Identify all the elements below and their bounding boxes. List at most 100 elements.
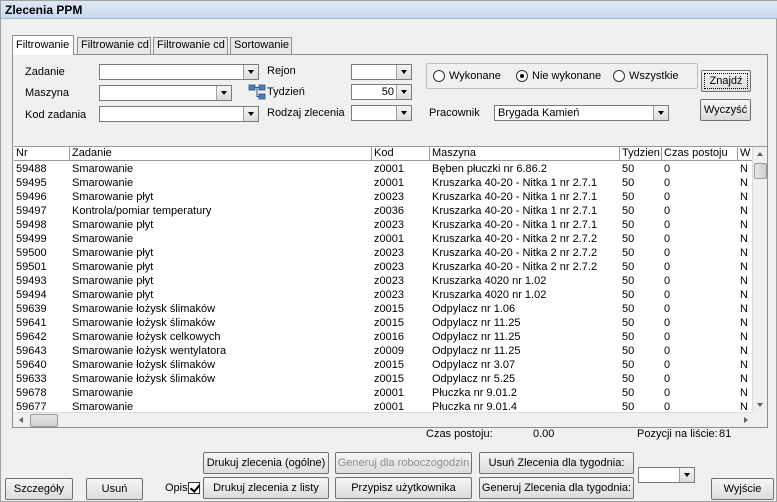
cell-czas-postoju: 0 (664, 303, 671, 315)
table-row[interactable]: 59640 Smarowanie łożysk ślimaków z0015 Odpy… (14, 358, 753, 372)
cell-kod: z0023 (374, 219, 404, 231)
tydzien-value: 50 (381, 86, 394, 98)
table-row[interactable]: 59488 Smarowanie z0001 Bęben płuczki nr 6.8… (14, 162, 753, 176)
col-czas-postoju[interactable]: Czas postoju (662, 147, 738, 161)
radio-wykonane[interactable]: Wykonane (433, 70, 501, 82)
horizontal-scrollbar[interactable] (14, 412, 753, 427)
generuj-roboczogodzin-button[interactable]: Generuj dla roboczogodzin (335, 452, 472, 474)
table-row[interactable]: 59643 Smarowanie łożysk wentylatora z0009 O… (14, 344, 753, 358)
tab-filtrowanie-cd-1[interactable]: Filtrowanie cd (77, 37, 151, 54)
col-nr[interactable]: Nr (14, 147, 70, 161)
tydzien-select[interactable]: 50 (351, 84, 412, 100)
scroll-down-icon[interactable] (753, 398, 767, 413)
table-row[interactable]: 59641 Smarowanie łożysk ślimaków z0015 Odpy… (14, 316, 753, 330)
radio-wszystkie[interactable]: Wszystkie (613, 70, 679, 82)
chevron-down-icon[interactable] (216, 86, 231, 100)
drukuj-listy-button[interactable]: Drukuj zlecenia z listy (203, 477, 329, 499)
cell-czas-postoju: 0 (664, 359, 671, 371)
table-row[interactable]: 59500 Smarowanie płyt z0023 Kruszarka 40-20… (14, 246, 753, 260)
cell-w: N (740, 359, 748, 371)
cell-zadanie: Smarowanie płyt (72, 247, 154, 259)
tab-sortowanie[interactable]: Sortowanie (230, 37, 292, 54)
cell-maszyna: Odpylacz nr 11.25 (432, 345, 521, 357)
vertical-scrollbar[interactable] (752, 147, 767, 413)
find-button[interactable]: Znajdź (701, 70, 751, 92)
maszyna-select[interactable] (99, 85, 232, 101)
cell-kod: z0001 (374, 177, 404, 189)
chevron-down-icon[interactable] (243, 65, 258, 79)
table-row[interactable]: 59495 Smarowanie z0001 Kruszarka 40-20 - Ni… (14, 176, 753, 190)
usun-zlecenia-tygodnia-button[interactable]: Usuń Zlecenia dla tygodnia: (479, 452, 634, 474)
rodzaj-zlecenia-select[interactable] (351, 105, 412, 121)
table-row[interactable]: 59496 Smarowanie płyt z0023 Kruszarka 40-20… (14, 190, 753, 204)
col-w[interactable]: W (738, 147, 753, 161)
cell-nr: 59495 (16, 177, 47, 189)
pracownik-value: Brygada Kamień (498, 107, 580, 119)
radio-nie-wykonane[interactable]: Nie wykonane (516, 70, 601, 82)
clear-button[interactable]: Wyczyść (700, 99, 751, 121)
cell-zadanie: Smarowanie łożysk wentylatora (72, 345, 227, 357)
cell-kod: z0036 (374, 205, 404, 217)
table-row[interactable]: 59494 Smarowanie płyt z0023 Kruszarka 4020 … (14, 288, 753, 302)
drukuj-ogolne-button[interactable]: Drukuj zlecenia (ogólne) (203, 452, 329, 474)
table-row[interactable]: 59497 Kontrola/pomiar temperatury z0036 Kru… (14, 204, 753, 218)
table-row[interactable]: 59678 Smarowanie z0001 Płuczka nr 9.01.2 50 0… (14, 386, 753, 400)
chevron-down-icon[interactable] (679, 468, 694, 482)
generuj-zlecenia-tygodnia-button[interactable]: Generuj Zlecenia dla tygodnia: (479, 477, 634, 499)
table-row[interactable]: 59677 Smarowanie z0001 Płuczka nr 9.01.4 50 0… (14, 400, 753, 411)
table-row[interactable]: 59493 Smarowanie płyt z0023 Kruszarka 4020 … (14, 274, 753, 288)
table-row[interactable]: 59499 Smarowanie z0001 Kruszarka 40-20 - Ni… (14, 232, 753, 246)
cell-czas-postoju: 0 (664, 191, 671, 203)
cell-kod: z0009 (374, 345, 404, 357)
col-tydzien[interactable]: Tydzien (620, 147, 662, 161)
machine-tree-icon[interactable] (248, 84, 266, 100)
cell-maszyna: Odpylacz nr 11.25 (432, 331, 521, 343)
kod-zadania-select[interactable] (99, 106, 259, 122)
table-row[interactable]: 59501 Smarowanie płyt z0023 Kruszarka 40-20… (14, 260, 753, 274)
cell-czas-postoju: 0 (664, 163, 671, 175)
tydzien-footer-select[interactable] (638, 467, 695, 483)
filter-panel: Zadanie Maszyna Kod zadania Rejon Tydzie… (12, 54, 768, 428)
radio-nie-wykonane-label: Nie wykonane (532, 70, 602, 82)
tab-filtrowanie[interactable]: Filtrowanie (12, 35, 74, 55)
hscroll-thumb[interactable] (30, 414, 58, 427)
radio-circle-icon (433, 70, 445, 82)
cell-nr: 59500 (16, 247, 47, 259)
table-row[interactable]: 59639 Smarowanie łożysk ślimaków z0015 Odpy… (14, 302, 753, 316)
col-zadanie[interactable]: Zadanie (70, 147, 372, 161)
cell-kod: z0015 (374, 303, 404, 315)
cell-kod: z0016 (374, 331, 404, 343)
chevron-down-icon[interactable] (396, 65, 411, 79)
scroll-up-icon[interactable] (753, 147, 767, 162)
chevron-down-icon[interactable] (396, 85, 411, 99)
col-kod[interactable]: Kod (372, 147, 430, 161)
przypisz-uzytkownika-button[interactable]: Przypisz użytkownika (335, 477, 472, 499)
czas-postoju-label: Czas postoju: (426, 428, 493, 440)
chevron-down-icon[interactable] (653, 106, 668, 120)
chevron-down-icon[interactable] (243, 107, 258, 121)
rejon-select[interactable] (351, 64, 412, 80)
szczegoly-button[interactable]: Szczegóły (5, 478, 73, 500)
pracownik-select[interactable]: Brygada Kamień (494, 105, 669, 121)
cell-nr: 59643 (16, 345, 47, 357)
cell-tydzien: 50 (622, 373, 635, 385)
wyjscie-button[interactable]: Wyjście (711, 478, 774, 500)
tab-filtrowanie-cd-2[interactable]: Filtrowanie cd (153, 37, 228, 54)
opis-checkbox[interactable] (188, 482, 200, 494)
scroll-left-icon[interactable] (14, 413, 29, 427)
table-row[interactable]: 59642 Smarowanie łożysk celkowych z0016 Odp… (14, 330, 753, 344)
scroll-right-icon[interactable] (738, 413, 753, 427)
table-row[interactable]: 59498 Smarowanie płyt z0023 Kruszarka 40-20… (14, 218, 753, 232)
zadanie-select[interactable] (99, 64, 259, 80)
cell-zadanie: Smarowanie łożysk ślimaków (72, 373, 216, 385)
radio-circle-selected-icon (516, 70, 528, 82)
cell-zadanie: Smarowanie płyt (72, 219, 154, 231)
radio-circle-icon (613, 70, 625, 82)
col-maszyna[interactable]: Maszyna (430, 147, 620, 161)
scroll-thumb[interactable] (754, 163, 767, 179)
table-row[interactable]: 59633 Smarowanie łożysk ślimaków z0015 Odpy… (14, 372, 753, 386)
usun-button[interactable]: Usuń (86, 478, 143, 500)
chevron-down-icon[interactable] (396, 106, 411, 120)
cell-maszyna: Odpylacz nr 1.06 (432, 303, 516, 315)
cell-czas-postoju: 0 (664, 401, 671, 411)
